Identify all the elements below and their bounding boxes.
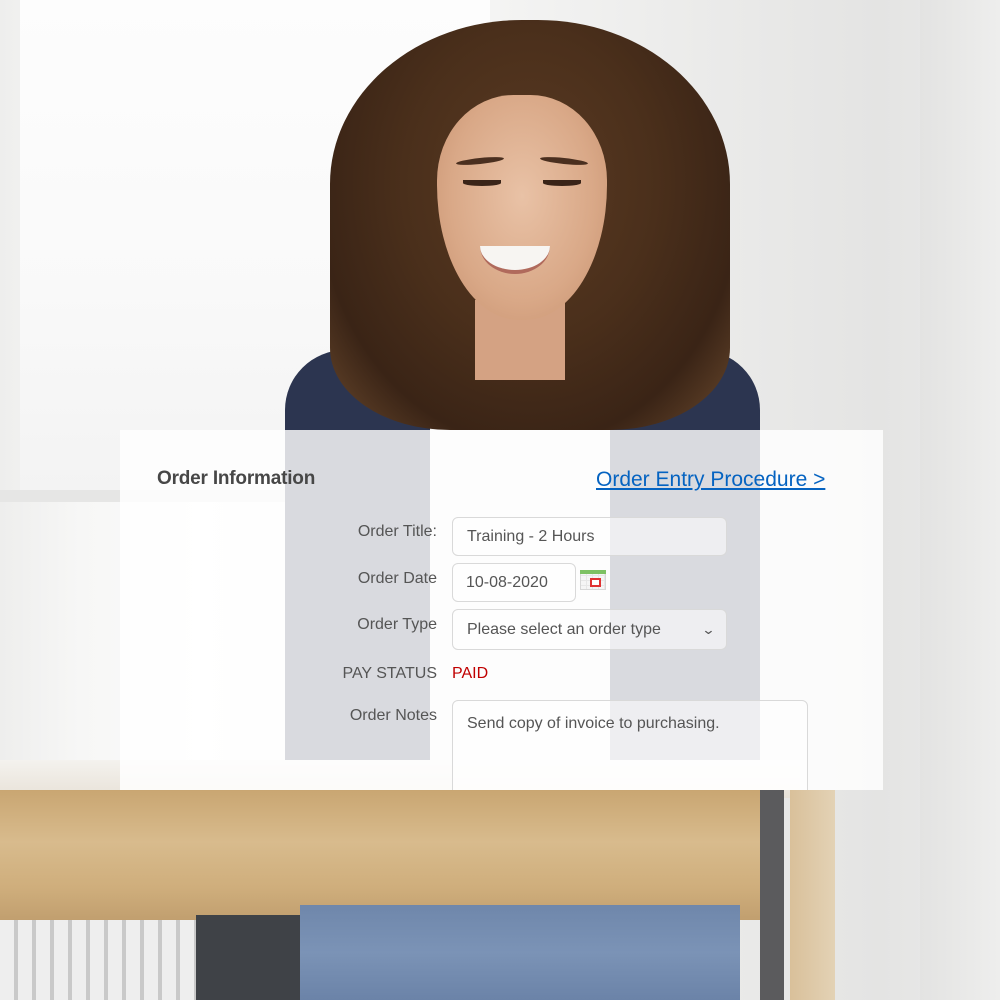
order-title-value: Training - 2 Hours [467,527,595,545]
panel-title: Order Information [157,468,316,489]
pay-status-label: PAY STATUS [342,665,437,682]
calendar-icon[interactable] [580,570,606,590]
order-type-selected: Please select an order type [467,620,661,638]
desk-edge [0,790,780,920]
jeans [300,905,740,1000]
desk-leg [760,790,784,1000]
eye [463,180,501,186]
order-title-input[interactable]: Training - 2 Hours [452,517,727,556]
pillar [920,0,1000,1000]
order-notes-label: Order Notes [349,707,437,724]
desk-leg [790,790,835,1000]
order-title-label: Order Title: [357,523,437,540]
order-information-panel: Order Information Order Entry Procedure … [120,430,883,790]
order-date-label: Order Date [357,570,437,587]
chair [196,915,306,1000]
order-date-input[interactable]: 10-08-2020 [452,563,576,602]
eye [543,180,581,186]
order-date-value: 10-08-2020 [466,573,548,591]
pay-status-value: PAID [452,665,489,682]
order-type-select[interactable]: Please select an order type ⌄ [452,609,727,650]
order-type-label: Order Type [357,616,437,633]
order-entry-procedure-link[interactable]: Order Entry Procedure > [596,468,825,492]
chevron-down-icon: ⌄ [701,621,716,637]
radiator [0,920,200,1000]
order-notes-textarea[interactable]: Send copy of invoice to purchasing. [452,700,808,790]
